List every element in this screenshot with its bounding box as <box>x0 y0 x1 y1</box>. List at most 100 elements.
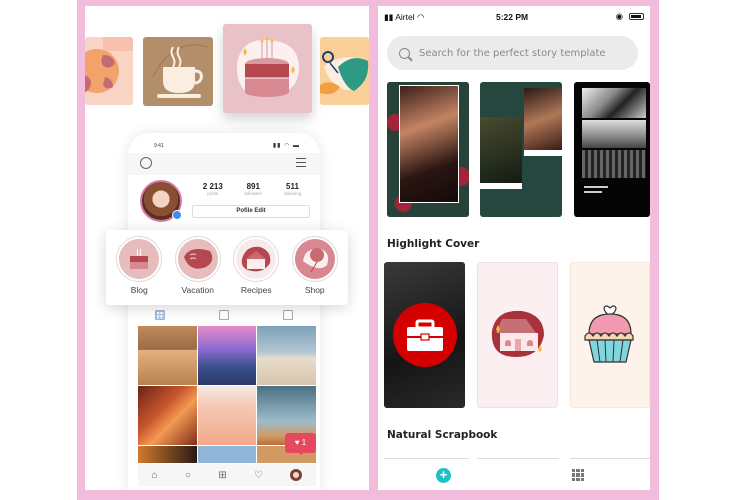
signal-icon: ▮▮ <box>384 12 396 22</box>
highlight-recipes[interactable]: Recipes <box>230 236 282 305</box>
profile-avatar[interactable] <box>140 180 182 222</box>
templates-grid-icon[interactable] <box>572 469 584 481</box>
cake-icon <box>119 239 160 279</box>
home-icon[interactable]: ⌂ <box>152 470 158 481</box>
house-icon <box>491 310 544 357</box>
stat-posts: 2 213 posts <box>203 182 223 196</box>
highlight-cover-cupcake[interactable] <box>570 262 650 408</box>
birthday-cake-icon <box>236 37 299 97</box>
phone-status-bar: 9:41 ▮▮ ◠ ▬ <box>128 133 320 153</box>
story-highlights-card: Blog Vacation Recipes Shop <box>106 230 348 305</box>
balloon-icon <box>294 239 335 279</box>
stat-value: 511 <box>286 182 299 191</box>
tagged-icon[interactable] <box>283 310 293 320</box>
photo-desert-woman[interactable] <box>138 326 197 385</box>
cupcake-icon <box>584 305 634 363</box>
profile-icon[interactable] <box>290 469 303 481</box>
highlight-image <box>294 239 335 279</box>
add-story-badge[interactable] <box>172 210 182 220</box>
story-template-floral[interactable] <box>387 82 469 217</box>
igtv-icon[interactable] <box>219 310 229 320</box>
highlight-ring <box>233 236 280 282</box>
template-photo-1 <box>524 88 562 150</box>
highlight-cover-house[interactable] <box>477 262 558 408</box>
section-title-highlight-cover: Highlight Cover <box>387 238 480 250</box>
stat-followers[interactable]: 891 followers <box>244 182 262 196</box>
photo-partial-1[interactable] <box>138 446 197 463</box>
history-icon[interactable] <box>140 157 152 169</box>
section-title-natural-scrapbook: Natural Scrapbook <box>387 429 498 441</box>
search-icon[interactable]: ○ <box>185 470 191 481</box>
story-template-getaway[interactable] <box>574 82 650 217</box>
profile-row: 2 213 posts 891 followers 511 following … <box>128 175 320 222</box>
carrier-indicator: ▮▮ Airtel ◠ <box>384 12 424 23</box>
app-bottom-nav: + <box>378 464 650 490</box>
rotation-lock-icon: ◉ <box>615 11 623 21</box>
highlight-shop[interactable]: Shop <box>289 236 341 305</box>
stat-label: posts <box>207 191 219 196</box>
highlight-blog[interactable]: Blog <box>113 236 165 305</box>
template-caption <box>584 191 602 193</box>
right-panel: ▮▮ Airtel ◠ 5:22 PM ◉ Search for the per… <box>378 6 650 490</box>
highlight-tile-cake[interactable] <box>223 24 312 113</box>
scrapbook-preview-edge <box>384 458 469 459</box>
highlight-vacation[interactable]: Vacation <box>172 236 224 305</box>
screenshot-canvas: 9:41 ▮▮ ◠ ▬ 2 213 posts 891 followers 51… <box>0 0 750 500</box>
status-time: 5:22 PM <box>496 12 529 22</box>
template-search-input[interactable] <box>419 47 619 59</box>
highlight-label: Vacation <box>181 285 214 295</box>
highlight-tile-coffee[interactable] <box>143 37 213 106</box>
photo-pink-dunes[interactable] <box>197 386 257 445</box>
ios-status-bar: ▮▮ Airtel ◠ 5:22 PM ◉ <box>378 6 650 28</box>
signal-wifi-battery-icon: ▮▮ ◠ ▬ <box>272 143 300 149</box>
highlight-image <box>236 239 277 279</box>
hairdryer-icon <box>177 239 218 279</box>
carrier-name: Airtel <box>395 12 415 22</box>
highlight-label: Recipes <box>240 285 272 295</box>
photo-dead-tree[interactable] <box>257 326 316 385</box>
template-photo-bridge <box>582 88 646 118</box>
instagram-phone-mockup: 9:41 ▮▮ ◠ ▬ 2 213 posts 891 followers 51… <box>128 133 320 490</box>
create-plus-button[interactable]: + <box>436 468 451 483</box>
profile-edit-button[interactable]: Pofile Edit <box>192 205 310 218</box>
stat-value: 2 213 <box>202 182 223 191</box>
template-caption-1 <box>524 150 562 156</box>
phone-time: 9:41 <box>154 143 164 149</box>
scrapbook-preview-edge <box>570 458 650 459</box>
stat-value: 891 <box>246 182 260 191</box>
hamburger-menu-icon[interactable] <box>296 158 306 170</box>
template-photo-2 <box>480 117 522 183</box>
coffee-cup-icon <box>152 44 209 98</box>
phone-bottom-nav: ⌂ ○ ⊞ ♡ <box>138 464 316 486</box>
phone-header <box>128 153 320 175</box>
highlight-cover-briefcase[interactable] <box>384 262 465 408</box>
template-search-bar[interactable] <box>387 36 638 70</box>
template-photo-city <box>582 120 646 148</box>
wifi-icon: ◠ <box>414 12 425 22</box>
highlight-label: Shop <box>304 285 325 295</box>
like-count: 1 <box>301 438 307 447</box>
add-post-icon[interactable]: ⊞ <box>218 470 226 481</box>
template-caption <box>584 186 608 188</box>
story-template-green[interactable] <box>480 82 562 217</box>
highlight-tile-leaf[interactable] <box>320 37 369 105</box>
template-caption-2 <box>480 183 522 189</box>
stat-label: following <box>283 191 302 196</box>
globe-icon <box>85 37 133 93</box>
house-icon <box>241 246 271 272</box>
search-icon <box>399 47 410 59</box>
highlight-image <box>119 239 160 279</box>
heart-icon: ♥ <box>294 438 300 447</box>
heart-icon[interactable]: ♡ <box>254 470 263 481</box>
photo-mosque[interactable] <box>197 326 257 385</box>
photo-canyon[interactable] <box>138 386 197 445</box>
profile-stats: 2 213 posts 891 followers 511 following <box>192 182 312 196</box>
highlight-image <box>177 239 218 279</box>
highlight-ring <box>174 236 221 282</box>
grid-view-icon[interactable] <box>155 310 165 320</box>
stat-following[interactable]: 511 following <box>284 182 302 196</box>
highlight-tile-globe[interactable] <box>85 37 133 105</box>
photo-partial-2[interactable] <box>197 446 257 463</box>
highlight-label: Blog <box>130 285 148 295</box>
briefcase-icon <box>392 303 457 367</box>
